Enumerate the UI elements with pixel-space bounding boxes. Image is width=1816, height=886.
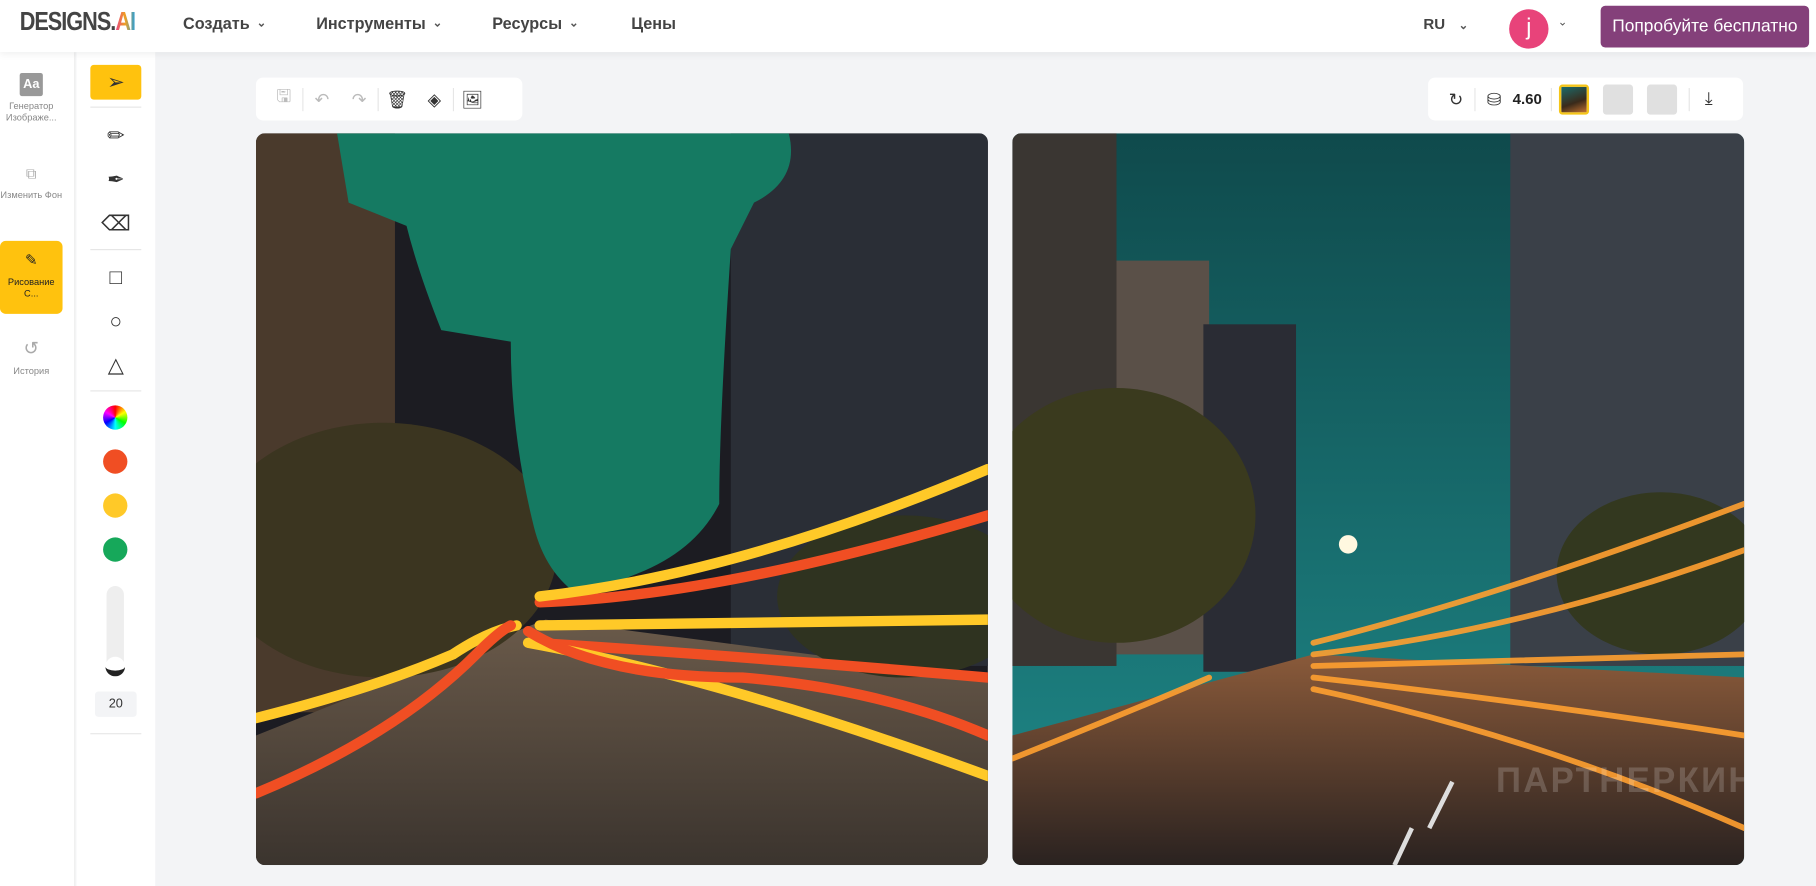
color-picker[interactable] (103, 405, 128, 430)
divider (90, 106, 142, 108)
nav-label: Создать (182, 13, 250, 33)
eraser-tool[interactable]: ⌫ (90, 206, 141, 241)
image-icon[interactable]: 🖼 (454, 89, 491, 110)
circle-tool[interactable]: ○ (90, 303, 141, 338)
try-free-button[interactable]: Попробуйте бесплатно (1600, 5, 1810, 48)
nav-label: Ресурсы (492, 13, 563, 33)
chevron-down-icon[interactable]: ⌄ (1558, 16, 1568, 29)
undo-icon[interactable]: ↶ (303, 89, 340, 110)
nav-tools[interactable]: Инструменты ⌄ (316, 14, 442, 33)
result-image (1012, 133, 1745, 866)
slider-handle[interactable] (105, 656, 126, 677)
result-toolbar: ↻ ⛁ 4.60 ⤓ (1428, 77, 1744, 121)
sketch-image[interactable] (255, 133, 988, 866)
download-icon[interactable]: ⤓ (1690, 89, 1727, 109)
result-thumbnail-empty[interactable] (1603, 83, 1634, 115)
trash-icon[interactable]: 🗑 (379, 89, 416, 110)
divider (90, 390, 142, 392)
chevron-down-icon: ⌄ (256, 16, 267, 30)
pencil-tool[interactable]: ✏ (90, 118, 141, 153)
divider (90, 249, 142, 251)
cursor-icon: ➢ (107, 70, 125, 94)
regenerate-icon[interactable]: ↻ (1437, 89, 1474, 110)
sidebar-item-change-background[interactable]: ⧉ Изменить Фон (0, 162, 63, 201)
sidebar-item-history[interactable]: ↺ История (0, 338, 63, 377)
avatar[interactable]: j (1509, 9, 1549, 49)
color-swatch-red[interactable] (103, 449, 128, 474)
color-swatch-yellow[interactable] (103, 493, 128, 518)
sidebar: Aa Генератор Изображе... ⧉ Изменить Фон ✎ Р… (0, 52, 76, 886)
sidebar-item-label: История (13, 365, 50, 377)
canvas-toolbar: 🖫 ↶ ↷ 🗑 ◈ 🖼 (255, 77, 523, 121)
coins-icon: ⛁ (1486, 89, 1502, 110)
logo[interactable]: DESIGNS.AI (20, 7, 136, 37)
nav-resources[interactable]: Ресурсы ⌄ (492, 14, 578, 33)
result-thumbnail-empty[interactable] (1647, 83, 1678, 115)
fill-bucket-icon[interactable]: ◈ (416, 89, 453, 110)
sidebar-item-drawing[interactable]: ✎ Рисование С... (0, 240, 63, 314)
sidebar-item-label: Генератор Изображе... (5, 100, 57, 123)
rectangle-icon: □ (109, 265, 123, 289)
history-icon: ↺ (23, 339, 40, 360)
language-select[interactable]: RU ⌄ (1423, 15, 1468, 32)
language-label: RU (1423, 15, 1446, 33)
circle-icon: ○ (109, 309, 123, 333)
watermark: ПАРТНЕРКИН (1495, 762, 1745, 801)
pencil-icon: ✏ (107, 123, 125, 148)
nav-create[interactable]: Создать ⌄ (183, 14, 266, 33)
divider (90, 733, 142, 735)
result-thumbnail[interactable] (1559, 83, 1590, 115)
color-swatch-green[interactable] (103, 537, 128, 562)
nav-pricing[interactable]: Цены (631, 14, 676, 33)
nav-label: Цены (631, 13, 676, 33)
draw-icon: ✎ (24, 251, 38, 269)
credits-value: 4.60 (1512, 90, 1542, 108)
chevron-down-icon: ⌄ (569, 16, 579, 30)
chevron-down-icon: ⌄ (1458, 19, 1469, 33)
generated-result-image[interactable]: ПАРТНЕРКИН (1012, 133, 1745, 866)
text-aa-icon: Aa (19, 72, 43, 97)
swap-background-icon: ⧉ (25, 164, 37, 182)
highlighter-tool[interactable]: ✒ (90, 162, 141, 197)
chevron-down-icon: ⌄ (432, 16, 443, 30)
brush-size-value: 20 (94, 691, 137, 717)
drawing-canvas[interactable] (255, 133, 988, 866)
rectangle-tool[interactable]: □ (90, 259, 141, 294)
sidebar-item-label: Изменить Фон (0, 189, 63, 201)
save-icon[interactable]: 🖫 (265, 85, 302, 114)
sidebar-item-image-generator[interactable]: Aa Генератор Изображе... (0, 72, 63, 124)
eraser-icon: ⌫ (101, 211, 131, 236)
nav-label: Инструменты (316, 13, 426, 33)
brush-size-slider[interactable] (105, 586, 126, 677)
sidebar-item-label: Рисование С... (7, 276, 55, 299)
triangle-tool[interactable]: △ (90, 347, 141, 382)
redo-icon[interactable]: ↷ (341, 89, 378, 110)
triangle-icon: △ (107, 353, 124, 377)
top-nav: DESIGNS.AI Создать ⌄ Инструменты ⌄ Ресурсы… (0, 0, 1816, 53)
select-tool[interactable]: ➢ (90, 64, 142, 100)
highlighter-icon: ✒ (107, 167, 125, 192)
